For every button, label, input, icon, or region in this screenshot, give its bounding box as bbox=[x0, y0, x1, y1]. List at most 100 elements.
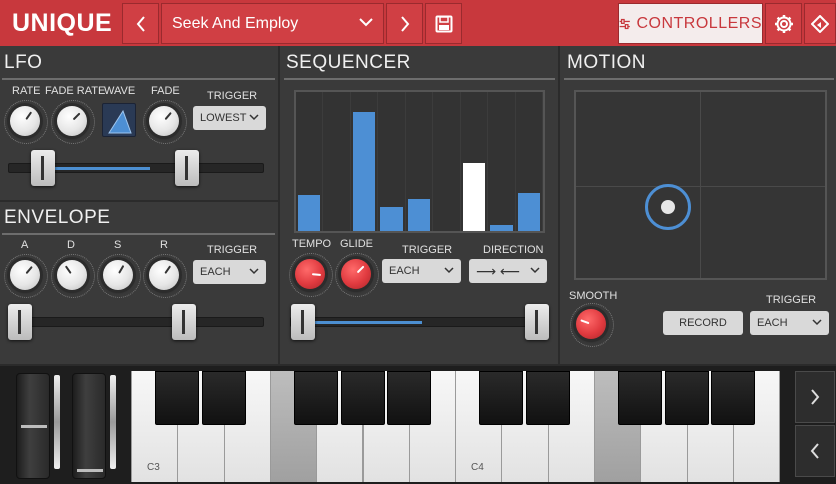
prev-preset-button[interactable] bbox=[122, 3, 159, 44]
piano-black-key[interactable] bbox=[479, 371, 524, 425]
c3-label: C3 bbox=[147, 462, 160, 473]
chevron-right-icon bbox=[811, 389, 820, 405]
preset-selector[interactable]: Seek And Employ bbox=[161, 3, 384, 44]
chevron-down-icon bbox=[812, 319, 822, 326]
sequencer-grid[interactable] bbox=[294, 90, 545, 233]
motion-xy-pad[interactable] bbox=[574, 90, 827, 280]
piano-black-key[interactable] bbox=[664, 371, 709, 425]
lfo-rate-label: RATE bbox=[12, 85, 41, 97]
header-bar: UNIQUE Seek And Employ CONTROLLERS bbox=[0, 0, 836, 46]
save-button[interactable] bbox=[425, 3, 462, 44]
app-logo: UNIQUE bbox=[12, 9, 113, 37]
navigator-icon bbox=[811, 14, 829, 33]
sequencer-title-underline bbox=[284, 78, 555, 80]
lfo-trigger-label: TRIGGER bbox=[207, 90, 258, 102]
pitch-wheel[interactable] bbox=[16, 373, 50, 479]
lfo-range-end-handle[interactable] bbox=[175, 150, 199, 186]
chevron-down-icon bbox=[444, 267, 454, 274]
seq-direction-label: DIRECTION bbox=[483, 244, 544, 256]
c4-label: C4 bbox=[471, 462, 484, 473]
sequencer-step[interactable] bbox=[296, 92, 324, 231]
sequencer-step-bar bbox=[380, 207, 403, 231]
piano-black-key[interactable] bbox=[710, 371, 755, 425]
seq-range-start-handle[interactable] bbox=[291, 304, 315, 340]
piano-black-key[interactable] bbox=[525, 371, 570, 425]
chevron-down-icon bbox=[249, 114, 259, 121]
mod-wheel-track bbox=[110, 375, 116, 469]
record-button[interactable]: RECORD bbox=[663, 311, 743, 335]
env-range-track[interactable] bbox=[8, 317, 264, 327]
mod-wheel[interactable] bbox=[72, 373, 106, 479]
sequencer-step-bar bbox=[407, 198, 431, 231]
env-range-end-handle[interactable] bbox=[172, 304, 196, 340]
env-d-label: D bbox=[67, 239, 75, 251]
env-decay-knob[interactable] bbox=[51, 254, 95, 298]
seq-range-end-handle[interactable] bbox=[525, 304, 549, 340]
seq-range-track[interactable] bbox=[290, 317, 548, 327]
save-icon bbox=[435, 15, 452, 32]
lfo-trigger-dropdown[interactable]: LOWEST bbox=[193, 106, 266, 130]
sequencer-step[interactable] bbox=[405, 92, 434, 231]
sequencer-step[interactable] bbox=[515, 92, 543, 231]
seq-tempo-knob[interactable] bbox=[289, 253, 333, 297]
lfo-fade-label: FADE bbox=[151, 85, 180, 97]
lfo-range-start-handle[interactable] bbox=[31, 150, 55, 186]
navigator-button[interactable] bbox=[804, 3, 836, 44]
lfo-rate-knob[interactable] bbox=[4, 100, 48, 144]
chevron-left-icon bbox=[810, 443, 819, 459]
pitch-wheel-track bbox=[54, 375, 60, 469]
sequencer-step-bar bbox=[298, 195, 321, 231]
controllers-button[interactable]: CONTROLLERS bbox=[618, 3, 763, 44]
sequencer-step[interactable] bbox=[460, 92, 489, 231]
env-trigger-label: TRIGGER bbox=[207, 244, 258, 256]
pad-gridline-v bbox=[700, 92, 701, 278]
settings-button[interactable] bbox=[765, 3, 802, 44]
sequencer-step[interactable] bbox=[323, 92, 351, 231]
sequencer-step[interactable] bbox=[378, 92, 406, 231]
seq-direction-value: ⟶ ⟵ bbox=[476, 262, 521, 279]
lfo-fade-knob[interactable] bbox=[143, 100, 187, 144]
octave-down-button[interactable] bbox=[795, 425, 835, 477]
sequencer-step-bar bbox=[517, 192, 540, 231]
seq-trigger-dropdown[interactable]: EACH bbox=[382, 259, 461, 283]
env-trigger-dropdown[interactable]: EACH bbox=[193, 260, 266, 284]
preset-name: Seek And Employ bbox=[172, 15, 299, 32]
octave-up-button[interactable] bbox=[795, 371, 835, 423]
piano-black-key[interactable] bbox=[201, 371, 246, 425]
sequencer-step[interactable] bbox=[433, 92, 461, 231]
sequencer-step-bar bbox=[462, 163, 486, 231]
sliders-icon bbox=[619, 18, 630, 29]
chevron-right-icon bbox=[400, 15, 409, 32]
env-attack-knob[interactable] bbox=[4, 254, 48, 298]
motion-trigger-dropdown[interactable]: EACH bbox=[750, 311, 829, 335]
seq-glide-label: GLIDE bbox=[340, 238, 374, 250]
lfo-trigger-value: LOWEST bbox=[200, 112, 247, 124]
env-s-label: S bbox=[114, 239, 122, 251]
sequencer-step[interactable] bbox=[350, 92, 379, 231]
env-release-knob[interactable] bbox=[143, 254, 187, 298]
motion-trigger-label: TRIGGER bbox=[766, 294, 817, 306]
piano-black-key[interactable] bbox=[294, 371, 339, 425]
sequencer-step[interactable] bbox=[488, 92, 516, 231]
envelope-title-underline bbox=[2, 233, 275, 235]
piano-black-key[interactable] bbox=[340, 371, 385, 425]
envelope-title: ENVELOPE bbox=[4, 207, 111, 228]
seq-trigger-label: TRIGGER bbox=[402, 244, 453, 256]
motion-title: MOTION bbox=[567, 52, 646, 73]
piano-black-key[interactable] bbox=[618, 371, 663, 425]
env-range-start-handle[interactable] bbox=[8, 304, 32, 340]
env-trigger-value: EACH bbox=[200, 266, 231, 278]
lfo-fade-rate-knob[interactable] bbox=[51, 100, 95, 144]
motion-smooth-knob[interactable] bbox=[570, 303, 614, 347]
lfo-fade-rate-label: FADE RATE bbox=[45, 85, 106, 97]
motion-puck[interactable] bbox=[645, 184, 691, 230]
env-a-label: A bbox=[21, 239, 29, 251]
seq-direction-dropdown[interactable]: ⟶ ⟵ bbox=[469, 259, 547, 283]
lfo-wave-selector[interactable] bbox=[102, 103, 136, 137]
next-preset-button[interactable] bbox=[386, 3, 423, 44]
piano-black-key[interactable] bbox=[155, 371, 200, 425]
lfo-wave-label: WAVE bbox=[104, 85, 136, 97]
piano-black-key[interactable] bbox=[386, 371, 431, 425]
seq-glide-knob[interactable] bbox=[335, 253, 379, 297]
env-sustain-knob[interactable] bbox=[97, 254, 141, 298]
